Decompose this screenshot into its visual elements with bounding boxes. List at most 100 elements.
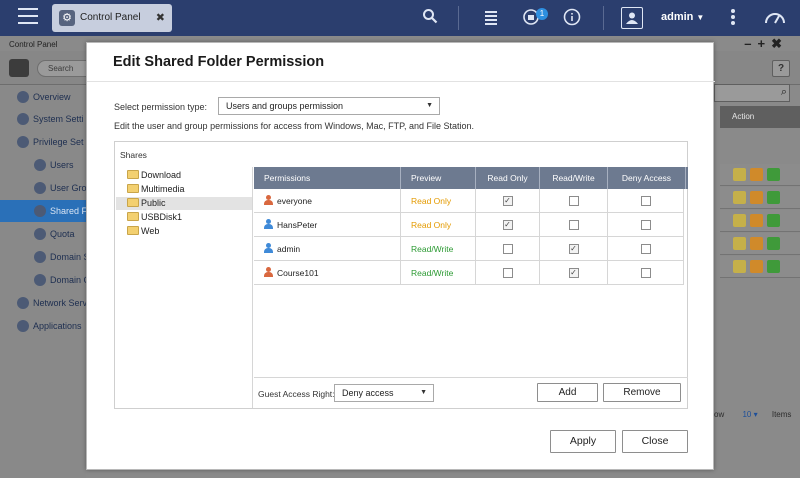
- layout-icon[interactable]: [9, 59, 29, 77]
- sidebar-item[interactable]: Shared F: [0, 200, 86, 222]
- user-icon: [34, 159, 46, 171]
- table-row: everyone Read Only ✓: [254, 189, 684, 213]
- divider: [87, 81, 715, 82]
- dashboard-icon[interactable]: [764, 8, 786, 32]
- read-write-checkbox[interactable]: [568, 220, 579, 230]
- gear-icon: [17, 113, 29, 125]
- column-read-write: Read/Write: [540, 167, 608, 189]
- table-row: [720, 210, 800, 232]
- permission-icon[interactable]: [750, 237, 763, 250]
- window-title: Control Panel: [9, 40, 58, 49]
- sidebar-item[interactable]: Overview: [0, 86, 86, 108]
- table-row: Course101 Read/Write ✓: [254, 261, 684, 285]
- folder-item[interactable]: Web: [127, 225, 252, 238]
- permission-icon[interactable]: [750, 214, 763, 227]
- permission-icon[interactable]: [750, 191, 763, 204]
- tab-control-panel[interactable]: ⚙ Control Panel ✖: [52, 4, 172, 32]
- info-icon[interactable]: [561, 8, 583, 32]
- sidebar-item[interactable]: Domain C: [0, 269, 86, 291]
- deny-checkbox[interactable]: [640, 220, 651, 230]
- edit-icon[interactable]: [733, 168, 746, 181]
- quota-icon: [34, 228, 46, 240]
- tab-close-icon[interactable]: ✖: [156, 11, 165, 24]
- sidebar-item[interactable]: Users: [0, 154, 86, 176]
- chevron-down-icon: ▼: [696, 13, 705, 22]
- refresh-icon[interactable]: [767, 260, 780, 273]
- apply-button[interactable]: Apply: [550, 430, 616, 453]
- more-options-icon[interactable]: [722, 8, 744, 32]
- user-icon: [264, 219, 273, 229]
- read-write-checkbox[interactable]: ✓: [568, 268, 579, 278]
- avatar[interactable]: [621, 7, 643, 29]
- guest-access-select[interactable]: Deny access ▼: [334, 384, 434, 402]
- permissions-table: Permissions Preview Read Only Read/Write…: [254, 167, 688, 377]
- deny-checkbox[interactable]: [640, 268, 651, 278]
- sidebar-item[interactable]: Quota: [0, 223, 86, 245]
- chevron-down-icon: ▼: [420, 389, 427, 396]
- deny-checkbox[interactable]: [640, 244, 651, 254]
- folder-label: Download: [141, 170, 182, 180]
- read-only-checkbox[interactable]: [502, 268, 513, 278]
- read-only-checkbox[interactable]: [502, 244, 513, 254]
- refresh-icon[interactable]: [767, 168, 780, 181]
- read-only-checkbox[interactable]: ✓: [502, 220, 513, 230]
- search-icon[interactable]: [419, 8, 441, 30]
- sidebar-item-label: Domain S: [50, 252, 86, 262]
- pagination: ow 10 ▾ Items: [714, 410, 791, 419]
- edit-icon[interactable]: [733, 191, 746, 204]
- remove-button[interactable]: Remove: [603, 383, 681, 402]
- table-row: [720, 233, 800, 255]
- permission-type-select[interactable]: Users and groups permission ▼: [218, 97, 440, 115]
- add-button[interactable]: Add: [537, 383, 598, 402]
- refresh-icon[interactable]: [767, 237, 780, 250]
- deny-checkbox[interactable]: [640, 196, 651, 206]
- sidebar-item[interactable]: Network Serv: [0, 292, 86, 314]
- refresh-icon[interactable]: [767, 191, 780, 204]
- read-write-checkbox[interactable]: ✓: [568, 244, 579, 254]
- permission-icon[interactable]: [750, 260, 763, 273]
- sidebar-item-label: User Gro: [50, 183, 86, 193]
- list-search-input[interactable]: ⌕: [714, 84, 790, 102]
- top-bar: ⚙ Control Panel ✖ 1 admin ▼: [0, 0, 800, 36]
- sidebar-item[interactable]: Applications: [0, 315, 86, 337]
- deny-cell: [608, 237, 684, 261]
- preview-cell: Read/Write: [401, 237, 476, 261]
- read-write-cell: ✓: [540, 237, 608, 261]
- folder-item[interactable]: Download: [127, 169, 252, 182]
- permission-name: everyone: [277, 196, 312, 206]
- sidebar-item[interactable]: System Setti: [0, 108, 86, 130]
- help-button[interactable]: ?: [772, 60, 790, 77]
- edit-icon[interactable]: [733, 237, 746, 250]
- folder-item[interactable]: Public: [116, 197, 252, 210]
- permission-name: HansPeter: [277, 220, 318, 230]
- folder-item[interactable]: USBDisk1: [127, 211, 252, 224]
- permission-icon[interactable]: [750, 168, 763, 181]
- read-write-cell: [540, 189, 608, 213]
- user-menu[interactable]: admin ▼: [661, 11, 704, 23]
- read-write-checkbox[interactable]: [568, 196, 579, 206]
- edit-icon[interactable]: [733, 260, 746, 273]
- items-label: Items: [771, 410, 792, 419]
- deny-cell: [608, 261, 684, 285]
- folder-item[interactable]: Multimedia: [127, 183, 252, 196]
- divider: [603, 6, 604, 30]
- sidebar-item[interactable]: Privilege Set: [0, 131, 86, 153]
- menu-icon[interactable]: [18, 8, 38, 24]
- items-per-page-select[interactable]: 10 ▾: [742, 410, 757, 419]
- folder-icon: [127, 226, 139, 235]
- folder-label: Web: [141, 226, 160, 236]
- folder-icon: [127, 184, 139, 193]
- grid-icon: [17, 91, 29, 103]
- close-button[interactable]: Close: [622, 430, 688, 453]
- tasks-icon[interactable]: [480, 8, 502, 32]
- sidebar-item[interactable]: User Gro: [0, 177, 86, 199]
- deny-cell: [608, 213, 684, 237]
- read-only-cell: [476, 261, 540, 285]
- refresh-icon[interactable]: [767, 214, 780, 227]
- read-only-checkbox[interactable]: ✓: [502, 196, 513, 206]
- read-only-cell: ✓: [476, 213, 540, 237]
- window-controls[interactable]: –+✖: [744, 36, 788, 52]
- group-icon: [264, 267, 273, 277]
- sidebar-item[interactable]: Domain S: [0, 246, 86, 268]
- edit-icon[interactable]: [733, 214, 746, 227]
